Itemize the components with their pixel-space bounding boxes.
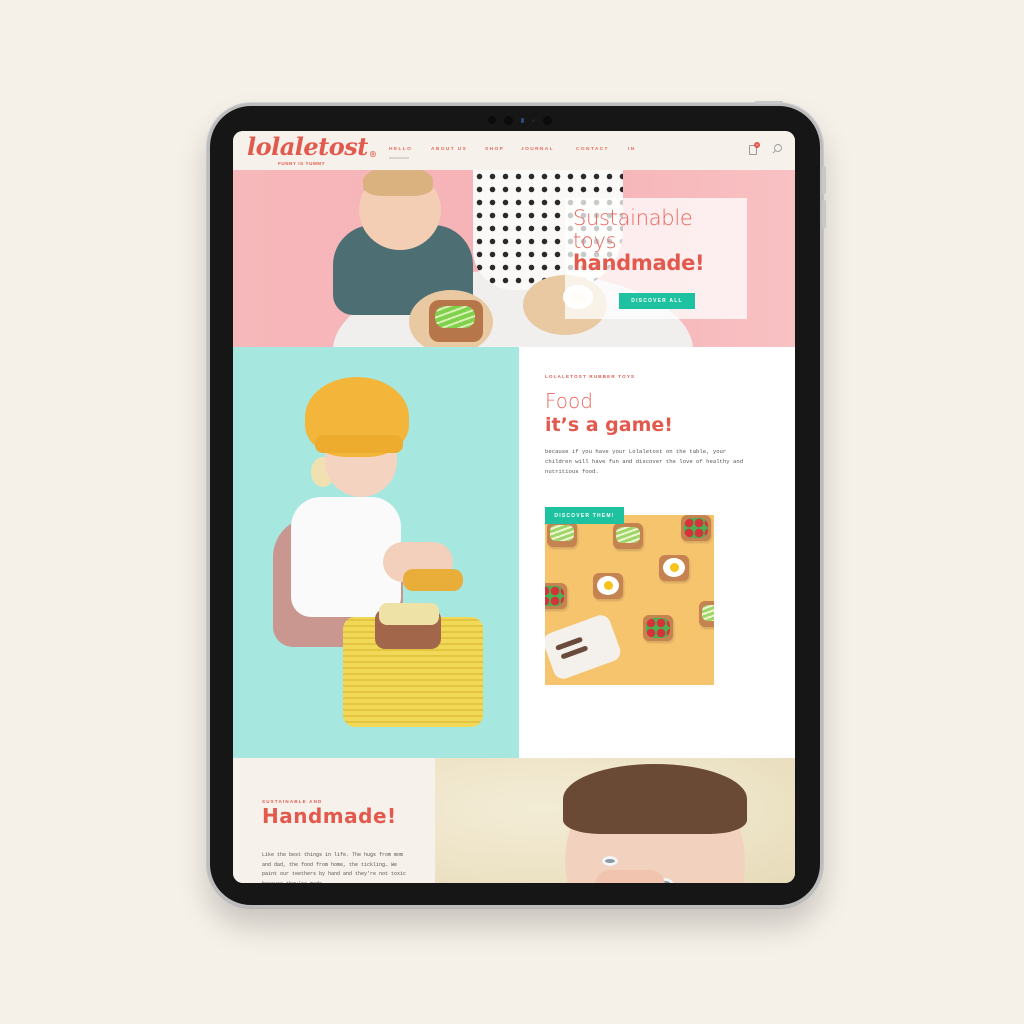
site-header: lolaletost® FUNNY IS YUMMY HELLO ABOUT U… — [233, 131, 795, 170]
toast-toy — [699, 601, 714, 627]
indicator-icon — [521, 117, 524, 123]
main-nav: HELLO ABOUT US SHOP JOURNAL CONTACT IN — [389, 147, 648, 159]
logo-text: lolaletost — [247, 132, 368, 161]
toast-toy — [593, 573, 623, 599]
yolk — [604, 581, 613, 590]
nav-language[interactable]: IN — [628, 147, 648, 152]
camera-bar — [470, 114, 570, 126]
food-title-light: Food — [545, 389, 593, 413]
discover-all-button[interactable]: DISCOVER ALL — [619, 293, 695, 309]
yolk — [670, 563, 679, 572]
top-button — [755, 101, 783, 104]
food-description: because if you have your Lolaletost on t… — [545, 448, 744, 475]
avocado-toy-image — [435, 306, 475, 328]
food-section: LOLALETOST RUBBER TOYS Food it’s a game!… — [519, 347, 795, 758]
logo[interactable]: lolaletost® — [247, 132, 377, 161]
volume-down-button — [822, 200, 826, 228]
registered-icon: ® — [368, 149, 377, 159]
food-eyebrow: LOLALETOST RUBBER TOYS — [545, 374, 636, 379]
tomato-topping — [684, 518, 708, 538]
tomato-topping — [545, 586, 564, 606]
hand-shape — [595, 870, 665, 883]
hero-section: Sustainable toys handmade! DISCOVER ALL — [233, 170, 795, 347]
tomato-topping — [646, 618, 670, 638]
toast-toy — [681, 515, 711, 541]
baby-hair-shape — [563, 764, 747, 834]
cart-count-badge: 0 — [754, 142, 760, 148]
avocado-topping — [702, 605, 714, 621]
socks-shape — [403, 569, 463, 591]
search-icon[interactable] — [771, 143, 783, 155]
toast-toy — [643, 615, 673, 641]
food-title-bold: it’s a game! — [545, 414, 673, 436]
toaster-toy — [545, 612, 624, 682]
handmade-section: SUSTAINABLE AND Handmade! Like the best … — [233, 758, 435, 883]
sensor-icon — [532, 118, 535, 122]
volume-up-button — [822, 166, 826, 194]
hero-title-line1: Sustainable — [573, 206, 693, 230]
website-screen: lolaletost® FUNNY IS YUMMY HELLO ABOUT U… — [233, 131, 795, 883]
toast-toy — [547, 521, 577, 547]
handmade-description: Like the best things in life. The hugs f… — [262, 852, 407, 883]
sensor-icon — [543, 115, 552, 125]
food-toys-image[interactable] — [545, 515, 714, 685]
tagline: FUNNY IS YUMMY — [278, 161, 326, 166]
nav-contact[interactable]: CONTACT — [576, 147, 628, 152]
baby-portrait-image — [435, 758, 795, 883]
baby-hair-image — [363, 170, 433, 196]
toast-toy — [613, 523, 643, 549]
discover-them-button[interactable]: DISCOVER THEM! — [545, 507, 624, 524]
toast-toy — [545, 583, 567, 609]
avocado-topping — [550, 525, 574, 541]
avocado-topping — [616, 527, 640, 543]
girl-with-basket-image — [233, 347, 519, 758]
nav-shop[interactable]: SHOP — [485, 147, 521, 152]
beret-band-shape — [315, 435, 403, 453]
hero-title-line2: toys — [573, 229, 617, 253]
hero-title-line3: handmade! — [573, 251, 705, 275]
eye-shape — [602, 856, 618, 866]
camera-icon — [504, 115, 513, 125]
handmade-title: Handmade! — [262, 804, 397, 828]
toast-toy — [659, 555, 689, 581]
nav-journal[interactable]: JOURNAL — [521, 147, 576, 152]
nav-about-us[interactable]: ABOUT US — [431, 147, 485, 152]
sensor-icon — [488, 116, 496, 124]
sandwich-top-shape — [379, 603, 439, 625]
nav-hello[interactable]: HELLO — [389, 147, 431, 159]
